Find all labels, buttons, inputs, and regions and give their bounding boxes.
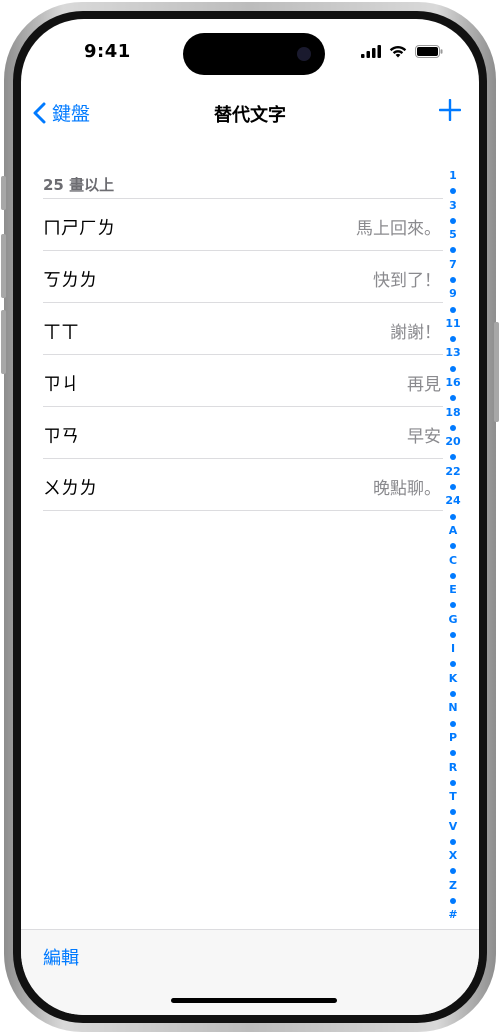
index-item[interactable]: G bbox=[448, 613, 457, 628]
index-dot bbox=[450, 483, 456, 490]
status-icons bbox=[361, 45, 443, 58]
index-item[interactable]: 20 bbox=[445, 435, 460, 450]
phrase-label: 快到了！ bbox=[373, 271, 441, 291]
index-dot bbox=[450, 602, 456, 609]
index-dot bbox=[450, 750, 456, 757]
phone-frame: 9:41 鍵盤 替代文字 25 畫以上 ㄇㄕㄏㄌ 馬上回來。 ㄎㄌㄌ 快到了！ … bbox=[1, 2, 499, 1032]
index-dot bbox=[450, 898, 456, 905]
text-replacement-list: ㄇㄕㄏㄌ 馬上回來。 ㄎㄌㄌ 快到了！ ㄒㄒ 謝謝！ ㄗㄐ 再見 ㄗㄢ 早安 ㄨ… bbox=[43, 198, 443, 511]
index-item[interactable]: V bbox=[449, 820, 458, 835]
section-index[interactable]: 1 3 5 7 9 11 13 16 18 20 22 24 A C E G I K N P R T V X Z # bbox=[441, 169, 465, 923]
index-dot bbox=[450, 572, 456, 579]
index-dot bbox=[450, 838, 456, 845]
index-dot bbox=[450, 217, 456, 224]
camera-icon bbox=[297, 47, 311, 61]
index-item[interactable]: 13 bbox=[445, 346, 460, 361]
index-dot bbox=[450, 454, 456, 461]
index-item[interactable]: 7 bbox=[449, 258, 457, 273]
index-dot bbox=[450, 868, 456, 875]
index-item[interactable]: N bbox=[448, 701, 457, 716]
index-item[interactable]: Z bbox=[449, 879, 457, 894]
index-dot bbox=[450, 543, 456, 550]
shortcut-label: ㄗㄐ bbox=[43, 374, 79, 395]
index-dot bbox=[450, 365, 456, 372]
list-item[interactable]: ㄗㄢ 早安 bbox=[43, 406, 443, 458]
phrase-label: 馬上回來。 bbox=[356, 219, 441, 239]
index-item[interactable]: R bbox=[449, 761, 457, 776]
index-item[interactable]: 1 bbox=[449, 169, 457, 184]
index-item[interactable]: E bbox=[449, 583, 457, 598]
index-item[interactable]: 3 bbox=[449, 199, 457, 214]
phrase-label: 早安 bbox=[407, 427, 441, 447]
volume-down-button bbox=[1, 310, 6, 374]
list-item[interactable]: ㄇㄕㄏㄌ 馬上回來。 bbox=[43, 198, 443, 250]
page-title: 替代文字 bbox=[214, 105, 286, 126]
shortcut-label: ㄗㄢ bbox=[43, 426, 79, 447]
phrase-label: 謝謝！ bbox=[390, 323, 441, 343]
list-item[interactable]: ㄨㄌㄌ 晚點聊。 bbox=[43, 458, 443, 511]
add-button[interactable] bbox=[438, 98, 462, 125]
shortcut-label: ㄨㄌㄌ bbox=[43, 478, 97, 499]
index-dot bbox=[450, 395, 456, 402]
status-time: 9:41 bbox=[84, 41, 131, 62]
index-item[interactable]: K bbox=[449, 672, 458, 687]
index-dot bbox=[450, 513, 456, 520]
phone-bezel: 9:41 鍵盤 替代文字 25 畫以上 ㄇㄕㄏㄌ 馬上回來。 ㄎㄌㄌ 快到了！ … bbox=[13, 11, 487, 1023]
power-button bbox=[494, 322, 499, 422]
shortcut-label: ㄒㄒ bbox=[43, 322, 79, 343]
section-header: 25 畫以上 bbox=[43, 176, 115, 194]
index-item[interactable]: 22 bbox=[445, 465, 460, 480]
index-dot bbox=[450, 247, 456, 254]
index-dot bbox=[450, 336, 456, 343]
shortcut-label: ㄎㄌㄌ bbox=[43, 270, 97, 291]
index-item[interactable]: I bbox=[451, 642, 455, 657]
index-item[interactable]: C bbox=[449, 554, 457, 569]
index-item[interactable]: 16 bbox=[445, 376, 460, 391]
silent-switch bbox=[1, 176, 6, 210]
screen: 9:41 鍵盤 替代文字 25 畫以上 ㄇㄕㄏㄌ 馬上回來。 ㄎㄌㄌ 快到了！ … bbox=[21, 19, 479, 1015]
shortcut-label: ㄇㄕㄏㄌ bbox=[43, 218, 115, 239]
index-dot bbox=[450, 661, 456, 668]
index-dot bbox=[450, 779, 456, 786]
phrase-label: 再見 bbox=[407, 375, 441, 395]
wifi-icon bbox=[389, 46, 407, 58]
index-item[interactable]: A bbox=[449, 524, 458, 539]
index-item[interactable]: 5 bbox=[449, 228, 457, 243]
list-item[interactable]: ㄒㄒ 謝謝！ bbox=[43, 302, 443, 354]
index-item[interactable]: 18 bbox=[445, 406, 460, 421]
index-item[interactable]: # bbox=[448, 908, 457, 923]
bottom-toolbar: 編輯 bbox=[21, 929, 479, 1015]
index-item[interactable]: X bbox=[449, 849, 457, 864]
index-dot bbox=[450, 720, 456, 727]
list-item[interactable]: ㄗㄐ 再見 bbox=[43, 354, 443, 406]
edit-button[interactable]: 編輯 bbox=[43, 944, 79, 970]
index-item[interactable]: P bbox=[449, 731, 457, 746]
index-dot bbox=[450, 188, 456, 195]
index-dot bbox=[450, 424, 456, 431]
index-dot bbox=[450, 276, 456, 283]
plus-icon bbox=[438, 98, 462, 122]
dynamic-island bbox=[183, 33, 325, 75]
home-indicator[interactable] bbox=[171, 998, 337, 1003]
index-dot bbox=[450, 631, 456, 638]
index-item[interactable]: 9 bbox=[449, 287, 457, 302]
index-dot bbox=[450, 691, 456, 698]
index-item[interactable]: 24 bbox=[445, 494, 460, 509]
volume-up-button bbox=[1, 234, 6, 298]
battery-icon bbox=[415, 45, 443, 58]
phrase-label: 晚點聊。 bbox=[373, 479, 441, 499]
index-dot bbox=[450, 809, 456, 816]
list-item[interactable]: ㄎㄌㄌ 快到了！ bbox=[43, 250, 443, 302]
navigation-bar: 鍵盤 替代文字 bbox=[21, 89, 479, 133]
cellular-signal-icon bbox=[361, 45, 381, 58]
index-item[interactable]: T bbox=[449, 790, 457, 805]
index-item[interactable]: 11 bbox=[445, 317, 460, 332]
index-dot bbox=[450, 306, 456, 313]
